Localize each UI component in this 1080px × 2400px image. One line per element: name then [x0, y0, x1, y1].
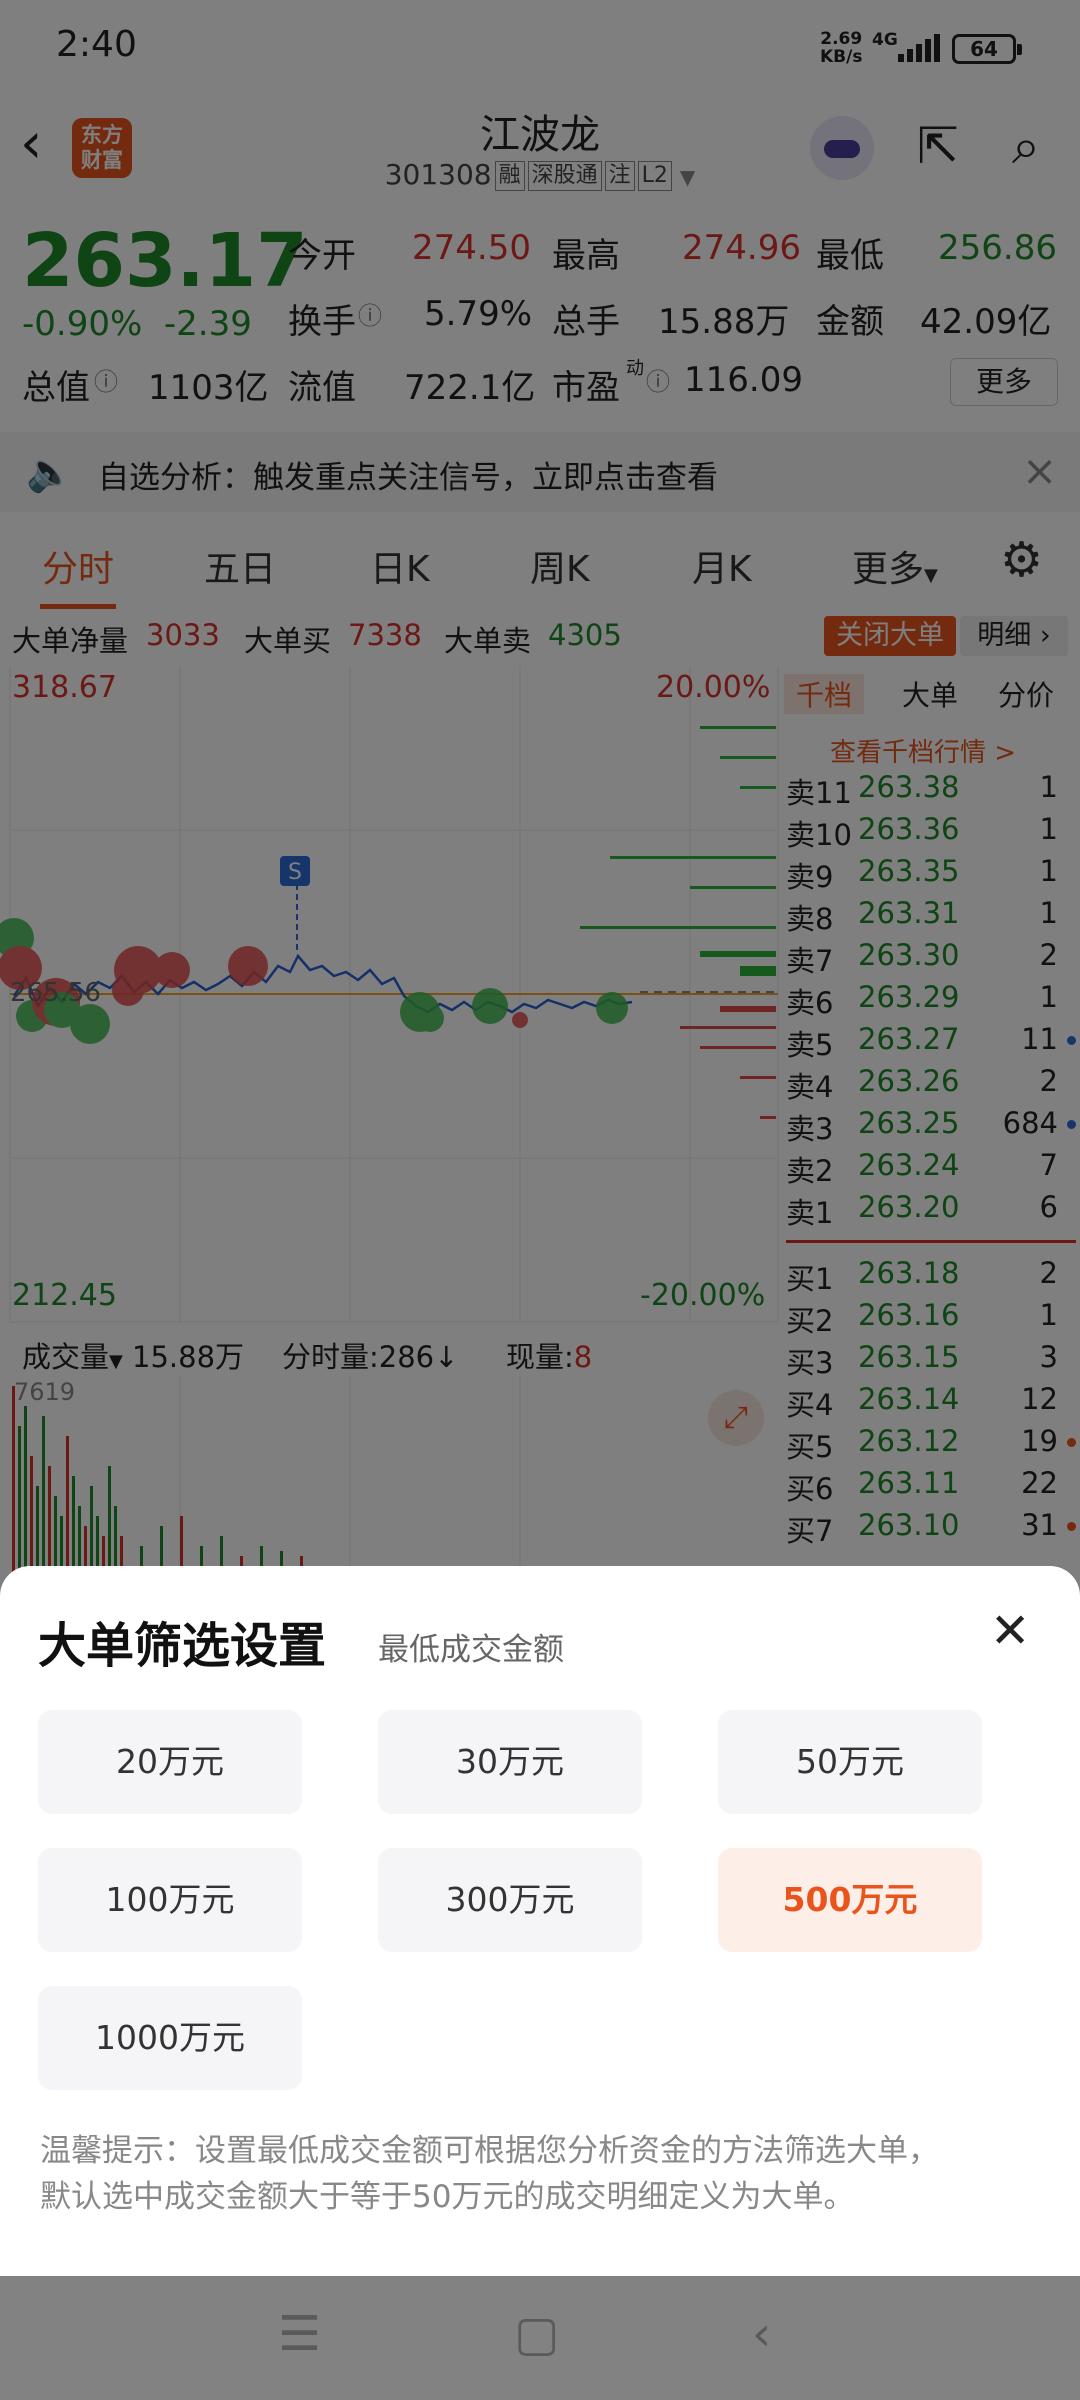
hint-line-1: 温馨提示：设置最低成交金额可根据您分析资金的方法筛选大单，	[40, 2133, 939, 2169]
back-nav-icon[interactable]: ‹	[752, 2306, 771, 2362]
option-30w[interactable]: 30万元	[378, 1710, 642, 1814]
option-50w[interactable]: 50万元	[718, 1710, 982, 1814]
menu-icon[interactable]: ☰	[278, 2306, 321, 2362]
sheet-subtitle: 最低成交金额	[378, 1632, 564, 1668]
close-icon[interactable]: ✕	[990, 1606, 1030, 1656]
hint-line-2: 默认选中成交金额大于等于50万元的成交明细定义为大单。	[40, 2179, 855, 2215]
option-500w[interactable]: 500万元	[718, 1848, 982, 1952]
big-order-filter-sheet: 大单筛选设置 最低成交金额 ✕ 20万元 30万元 50万元 100万元 300…	[0, 1566, 1080, 2276]
hint-text: 温馨提示：设置最低成交金额可根据您分析资金的方法筛选大单， 默认选中成交金额大于等…	[40, 2128, 1050, 2220]
option-20w[interactable]: 20万元	[38, 1710, 302, 1814]
option-1000w[interactable]: 1000万元	[38, 1986, 302, 2090]
option-100w[interactable]: 100万元	[38, 1848, 302, 1952]
home-icon[interactable]: ▢	[514, 2306, 559, 2362]
sheet-title: 大单筛选设置	[38, 1618, 327, 1674]
option-300w[interactable]: 300万元	[378, 1848, 642, 1952]
system-nav-bar: ☰ ▢ ‹	[0, 2276, 1080, 2400]
